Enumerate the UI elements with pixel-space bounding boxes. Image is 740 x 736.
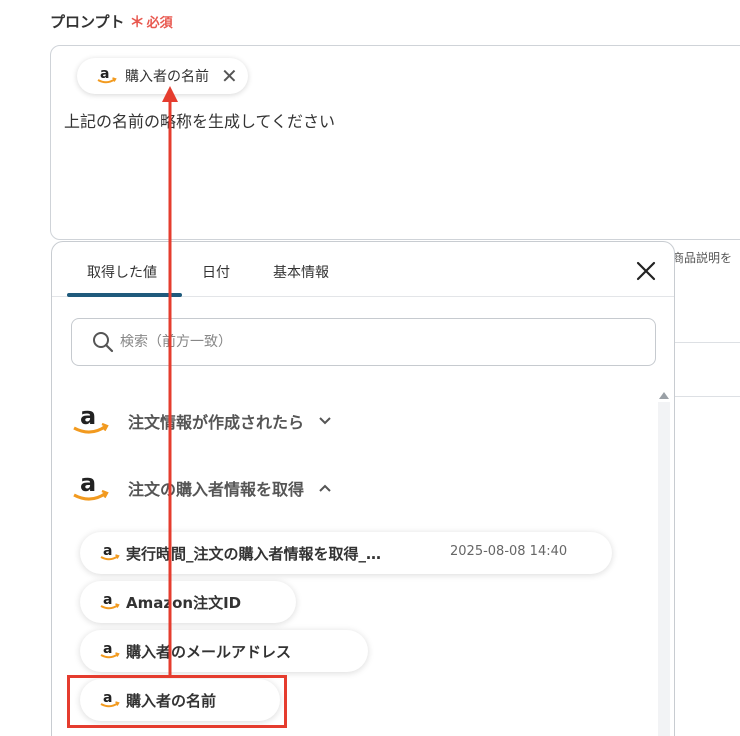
annotation-arrow-icon [162,86,178,676]
